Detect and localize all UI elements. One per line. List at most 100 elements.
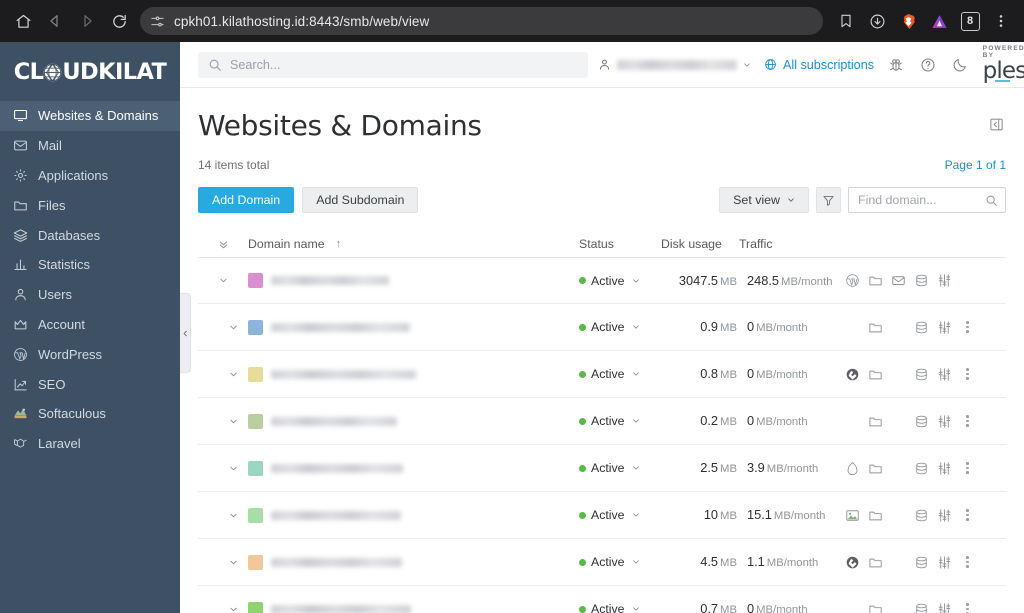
- row-menu-button[interactable]: [956, 461, 979, 475]
- pager-label[interactable]: Page 1 of 1: [945, 158, 1006, 172]
- sidebar-item-wordpress[interactable]: WordPress: [0, 339, 180, 369]
- column-header-traffic[interactable]: Traffic: [737, 237, 841, 251]
- row-menu-button[interactable]: [956, 367, 979, 381]
- folder-icon[interactable]: [864, 414, 887, 429]
- add-domain-button[interactable]: Add Domain: [198, 187, 295, 213]
- database-icon[interactable]: [910, 508, 933, 523]
- table-row[interactable]: Active 10 MB 15.1 MB/month: [198, 492, 1006, 539]
- settings-sliders-icon[interactable]: [933, 273, 956, 288]
- row-menu-button[interactable]: [956, 414, 979, 428]
- brave-leo-ai-icon[interactable]: [924, 6, 954, 36]
- row-expand-toggle[interactable]: [198, 464, 248, 473]
- settings-sliders-icon[interactable]: [933, 555, 956, 570]
- column-header-disk-usage[interactable]: Disk usage: [661, 237, 737, 251]
- back-arrow-icon[interactable]: [40, 6, 70, 36]
- row-expand-toggle[interactable]: [198, 323, 248, 332]
- sidebar-item-websites-domains[interactable]: Websites & Domains: [0, 101, 180, 131]
- table-row[interactable]: Active 3047.5 MB 248.5 MB/month: [198, 258, 1006, 304]
- table-row[interactable]: Active 0.7 MB 0 MB/month: [198, 586, 1006, 613]
- database-icon[interactable]: [910, 367, 933, 382]
- table-row[interactable]: Active 0.8 MB 0 MB/month: [198, 351, 1006, 398]
- chevron-down-icon[interactable]: [632, 417, 640, 425]
- folder-icon[interactable]: [864, 508, 887, 523]
- status-cell[interactable]: Active: [579, 555, 661, 569]
- sidebar-item-account[interactable]: Account: [0, 310, 180, 340]
- status-cell[interactable]: Active: [579, 414, 661, 428]
- status-cell[interactable]: Active: [579, 274, 661, 288]
- status-cell[interactable]: Active: [579, 367, 661, 381]
- sidebar-item-files[interactable]: Files: [0, 190, 180, 220]
- home-icon[interactable]: [8, 6, 38, 36]
- database-icon[interactable]: [910, 555, 933, 570]
- table-row[interactable]: Active 0.9 MB 0 MB/month: [198, 304, 1006, 351]
- site-settings-icon[interactable]: [150, 14, 165, 29]
- collapse-panel-icon[interactable]: [987, 115, 1006, 134]
- sidebar-collapse-handle[interactable]: [180, 293, 191, 373]
- row-expand-toggle[interactable]: [198, 558, 248, 567]
- settings-sliders-icon[interactable]: [933, 461, 956, 476]
- domain-name-cell[interactable]: [248, 273, 579, 288]
- row-menu-button[interactable]: [956, 508, 979, 522]
- chevron-down-icon[interactable]: [632, 323, 640, 331]
- wordpress-icon[interactable]: [841, 273, 864, 288]
- question-circle-icon[interactable]: [919, 55, 938, 74]
- sidebar-item-softaculous[interactable]: Softaculous: [0, 399, 180, 429]
- settings-sliders-icon[interactable]: [933, 602, 956, 613]
- add-subdomain-button[interactable]: Add Subdomain: [302, 187, 419, 213]
- status-cell[interactable]: Active: [579, 461, 661, 475]
- column-header-status[interactable]: Status: [579, 237, 661, 251]
- tab-count-button[interactable]: 8: [955, 6, 985, 36]
- bookmark-icon[interactable]: [831, 6, 861, 36]
- domain-name-cell[interactable]: [248, 319, 579, 335]
- row-menu-button[interactable]: [956, 555, 979, 569]
- forward-arrow-icon[interactable]: [72, 6, 102, 36]
- database-icon[interactable]: [910, 602, 933, 613]
- status-cell[interactable]: Active: [579, 508, 661, 522]
- status-cell[interactable]: Active: [579, 320, 661, 334]
- domain-name-cell[interactable]: [248, 554, 579, 570]
- chevron-down-icon[interactable]: [632, 370, 640, 378]
- folder-icon[interactable]: [864, 602, 887, 613]
- folder-icon[interactable]: [864, 555, 887, 570]
- domain-name-cell[interactable]: [248, 366, 579, 382]
- mail-icon[interactable]: [887, 273, 910, 288]
- row-expand-toggle[interactable]: [198, 417, 248, 426]
- chevron-down-icon[interactable]: [632, 605, 640, 613]
- cloudkilat-logo[interactable]: CL UDKILAT: [0, 42, 180, 101]
- brave-lion-icon[interactable]: [893, 6, 923, 36]
- sidebar-item-users[interactable]: Users: [0, 280, 180, 310]
- table-row[interactable]: Active 0.2 MB 0 MB/month: [198, 398, 1006, 445]
- settings-sliders-icon[interactable]: [933, 414, 956, 429]
- bug-icon[interactable]: [887, 55, 906, 74]
- database-icon[interactable]: [910, 273, 933, 288]
- chevron-down-icon[interactable]: [632, 277, 640, 285]
- three-dots-menu-icon[interactable]: [986, 6, 1016, 36]
- image-icon[interactable]: [841, 508, 864, 523]
- filter-button[interactable]: [816, 187, 841, 213]
- row-expand-toggle[interactable]: [198, 370, 248, 379]
- chevron-down-icon[interactable]: [632, 511, 640, 519]
- domain-name-cell[interactable]: [248, 507, 579, 523]
- sidebar-item-laravel[interactable]: Laravel: [0, 429, 180, 459]
- row-expand-toggle[interactable]: [198, 276, 248, 285]
- settings-sliders-icon[interactable]: [933, 320, 956, 335]
- set-view-button[interactable]: Set view: [719, 187, 809, 213]
- database-icon[interactable]: [910, 320, 933, 335]
- sidebar-item-applications[interactable]: Applications: [0, 161, 180, 191]
- row-expand-toggle[interactable]: [198, 605, 248, 613]
- search-box[interactable]: [198, 51, 588, 78]
- sidebar-item-databases[interactable]: Databases: [0, 220, 180, 250]
- domain-name-cell[interactable]: [248, 601, 579, 613]
- settings-sliders-icon[interactable]: [933, 508, 956, 523]
- sidebar-item-statistics[interactable]: Statistics: [0, 250, 180, 280]
- user-menu[interactable]: [598, 58, 751, 71]
- drupal-icon[interactable]: [841, 461, 864, 476]
- table-row[interactable]: Active 2.5 MB 3.9 MB/month: [198, 445, 1006, 492]
- folder-icon[interactable]: [864, 461, 887, 476]
- moon-icon[interactable]: [951, 55, 970, 74]
- all-subscriptions-link[interactable]: All subscriptions: [764, 58, 874, 72]
- column-header-domain-name[interactable]: Domain name ↑: [248, 237, 579, 251]
- search-input[interactable]: [230, 57, 578, 72]
- database-icon[interactable]: [910, 461, 933, 476]
- settings-sliders-icon[interactable]: [933, 367, 956, 382]
